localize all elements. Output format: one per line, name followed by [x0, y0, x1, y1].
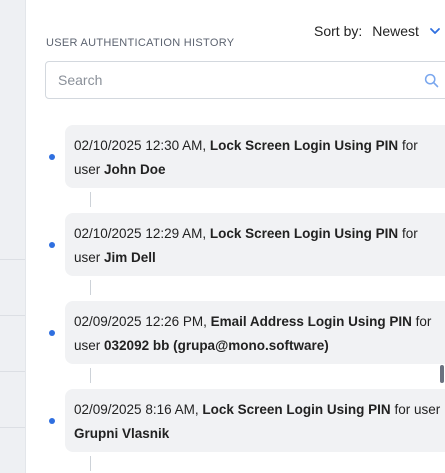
search-icon[interactable] — [424, 73, 439, 88]
event-card: 02/10/2025 12:30 AM, Lock Screen Login U… — [65, 125, 445, 188]
background-divider — [0, 427, 25, 428]
sort-value[interactable]: Newest — [372, 23, 419, 39]
event-action: Lock Screen Login Using PIN — [209, 138, 399, 153]
background-divider — [0, 259, 25, 260]
event-user: Jim Dell — [104, 250, 156, 265]
background-page — [0, 0, 26, 473]
event-timestamp: 02/09/2025 8:16 AM, — [74, 402, 199, 417]
auth-history-panel: USER AUTHENTICATION HISTORY Sort by: New… — [26, 0, 445, 473]
sort-label: Sort by: — [314, 23, 363, 39]
section-title: USER AUTHENTICATION HISTORY — [46, 37, 235, 49]
event-action: Lock Screen Login Using PIN — [209, 226, 399, 241]
timeline-connector — [90, 368, 91, 383]
timeline-dot — [49, 154, 55, 160]
event-timestamp: 02/09/2025 12:26 PM, — [74, 314, 207, 329]
background-divider — [0, 371, 25, 372]
event-card: 02/09/2025 12:26 PM, Email Address Login… — [65, 301, 445, 364]
event-action: Email Address Login Using PIN — [210, 314, 412, 329]
event-connector: for user — [394, 402, 441, 417]
timeline-dot — [49, 242, 55, 248]
background-divider — [0, 315, 25, 316]
timeline-dot — [49, 418, 55, 424]
event-timestamp: 02/10/2025 12:30 AM, — [74, 138, 207, 153]
event-timestamp: 02/10/2025 12:29 AM, — [74, 226, 207, 241]
event-user: John Doe — [104, 162, 166, 177]
timeline-connector — [90, 280, 91, 295]
timeline-connector — [90, 456, 91, 471]
event-card: 02/10/2025 12:29 AM, Lock Screen Login U… — [65, 213, 445, 276]
timeline-dot — [49, 330, 55, 336]
search-input[interactable] — [58, 62, 418, 98]
event-user: Grupni Vlasnik — [74, 426, 170, 441]
chevron-down-icon[interactable] — [429, 25, 441, 37]
search-box[interactable] — [45, 61, 445, 99]
event-user: 032092 bb (grupa@mono.software) — [104, 338, 329, 353]
app-root: USER AUTHENTICATION HISTORY Sort by: New… — [0, 0, 445, 473]
event-card: 02/09/2025 8:16 AM, Lock Screen Login Us… — [65, 389, 445, 452]
sort-dropdown[interactable]: Sort by: Newest — [314, 23, 441, 39]
scrollbar-thumb[interactable] — [440, 365, 444, 383]
event-action: Lock Screen Login Using PIN — [202, 402, 391, 417]
timeline-connector — [90, 192, 91, 207]
